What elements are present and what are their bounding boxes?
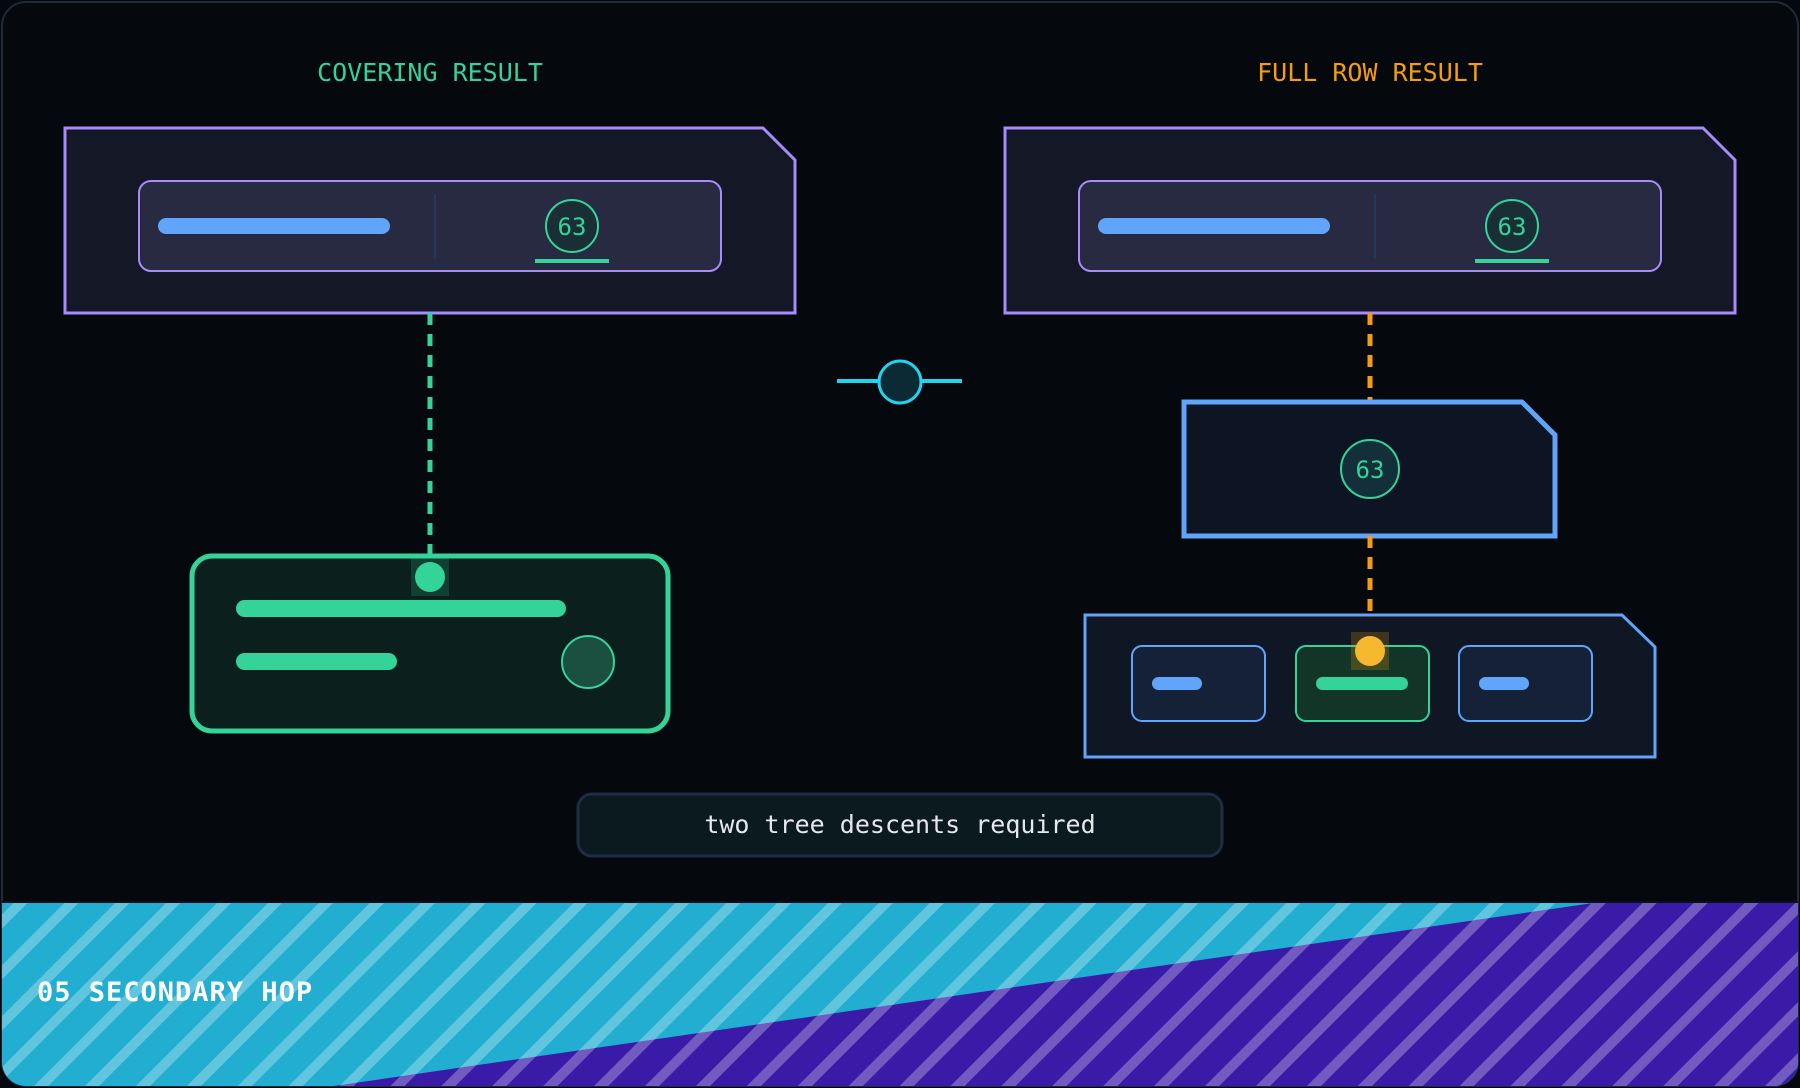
table-row-1 (1131, 645, 1266, 722)
footer-label: 05 SECONDARY HOP (37, 977, 313, 1008)
caption-text: two tree descents required (704, 810, 1095, 839)
left-leaf-node (189, 553, 671, 734)
table-row-3 (1458, 645, 1593, 722)
right-key-bar (1098, 218, 1330, 234)
right-index-node: 63 (1003, 126, 1737, 315)
left-key-value: 63 (558, 213, 587, 241)
left-title: COVERING RESULT (317, 58, 543, 87)
left-key-bar (158, 218, 390, 234)
right-title: FULL ROW RESULT (1257, 58, 1483, 87)
left-hit-marker (415, 562, 445, 592)
left-leaf-bar-2 (236, 653, 397, 670)
right-key-value: 63 (1498, 213, 1527, 241)
left-leaf-bar-1 (236, 600, 566, 617)
left-index-node: 63 (63, 126, 797, 315)
caption-box: two tree descents required (576, 792, 1224, 858)
right-hit-marker (1355, 636, 1385, 666)
right-lookup-value: 63 (1356, 456, 1385, 484)
right-table-node (1083, 613, 1657, 759)
secondary-hop-diagram: COVERING RESULT 63 FULL ROW RESULT 63 63… (1, 1, 1799, 1087)
right-lookup-node: 63 (1181, 399, 1558, 539)
left-leaf-circle (561, 635, 615, 689)
